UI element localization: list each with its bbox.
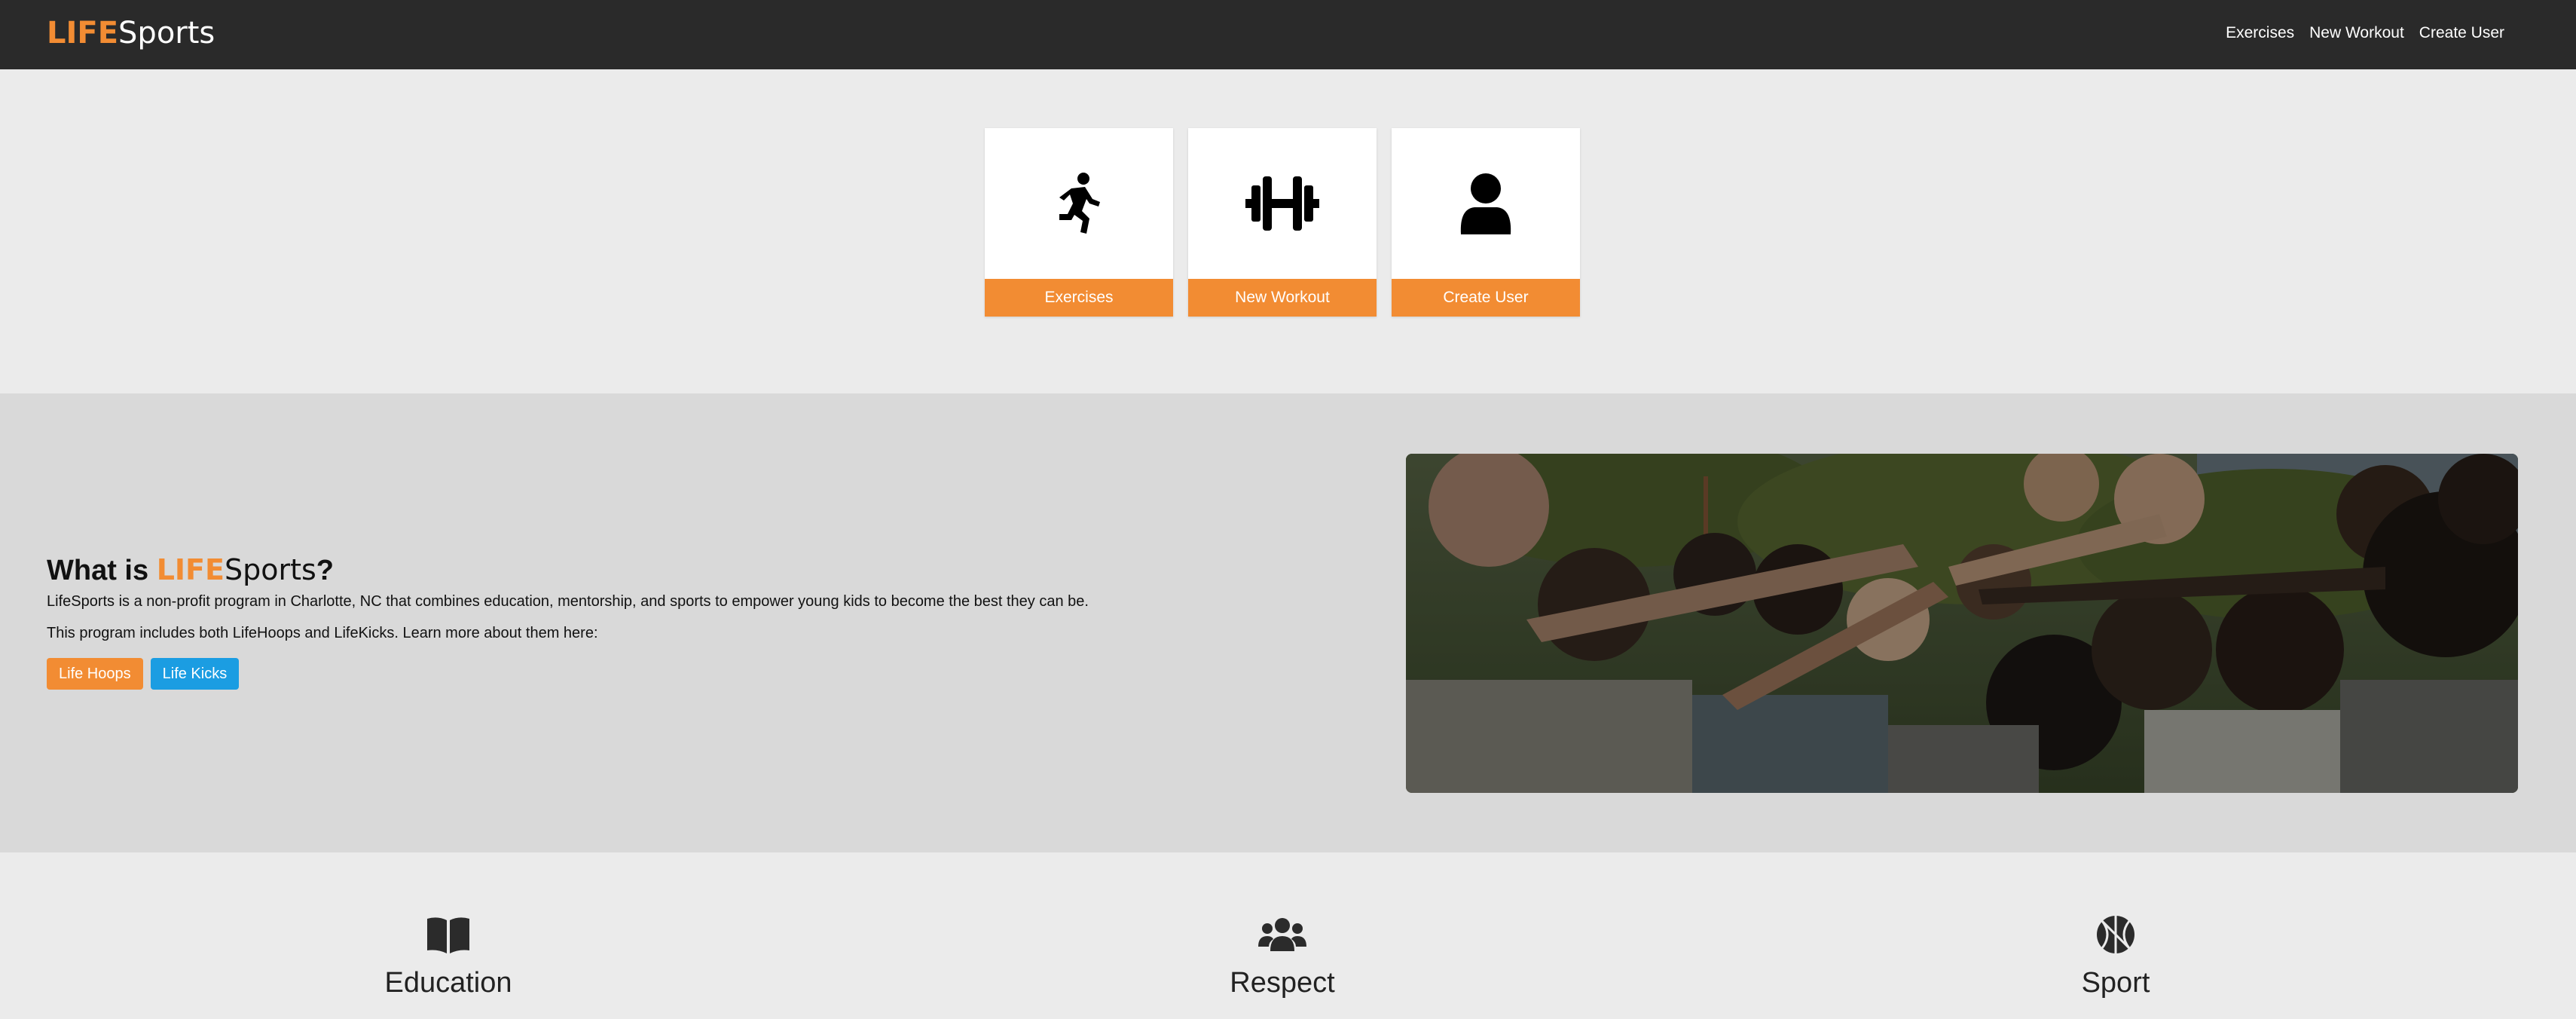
- about-title: What is LIFESports?: [47, 552, 1328, 589]
- brand-life: LIFE: [47, 16, 119, 50]
- life-hoops-button[interactable]: Life Hoops: [47, 658, 143, 690]
- navbar: LIFESports Exercises New Workout Create …: [0, 0, 2576, 69]
- value-sport: Sport: [1965, 913, 2266, 1000]
- value-respect: Respect: [1132, 913, 1433, 1000]
- card-exercises[interactable]: Exercises: [985, 128, 1173, 317]
- about-title-life: LIFE: [156, 553, 225, 586]
- team-huddle-photo: [1406, 454, 2518, 793]
- nav-link-create-user[interactable]: Create User: [2419, 23, 2504, 44]
- card-create-user[interactable]: Create User: [1392, 128, 1580, 317]
- life-kicks-button[interactable]: Life Kicks: [150, 658, 240, 690]
- create-user-button[interactable]: Create User: [1392, 279, 1580, 317]
- about-section: What is LIFESports? LifeSports is a non-…: [0, 393, 2576, 852]
- about-title-suffix: ?: [316, 555, 334, 586]
- running-person-icon: [985, 128, 1173, 279]
- dumbbell-icon: [1188, 128, 1377, 279]
- about-paragraph-1: LifeSports is a non-profit program in Ch…: [47, 593, 1089, 610]
- value-title-respect: Respect: [1230, 967, 1335, 999]
- about-title-sports: Sports: [224, 553, 316, 586]
- nav-link-new-workout[interactable]: New Workout: [2309, 23, 2404, 44]
- book-icon: [298, 913, 599, 956]
- nav-links: Exercises New Workout Create User: [2226, 23, 2504, 44]
- value-title-education: Education: [384, 967, 512, 999]
- exercises-button[interactable]: Exercises: [985, 279, 1173, 317]
- card-new-workout[interactable]: New Workout: [1188, 128, 1377, 317]
- nav-link-exercises[interactable]: Exercises: [2226, 23, 2294, 44]
- user-icon: [1392, 128, 1580, 279]
- about-text: What is LIFESports? LifeSports is a non-…: [47, 552, 1328, 690]
- value-education: Education: [298, 913, 599, 1000]
- brand-logo[interactable]: LIFESports: [47, 14, 215, 53]
- about-paragraph-2: This program includes both LifeHoops and…: [47, 625, 598, 641]
- brand-sports: Sports: [118, 16, 215, 50]
- program-buttons: Life Hoops Life Kicks: [47, 658, 1328, 690]
- action-cards-section: Exercises New Workout Create User: [0, 69, 2576, 393]
- basketball-icon: [1965, 913, 2266, 956]
- about-title-prefix: What is: [47, 555, 157, 586]
- values-section: Education Respect Sport: [0, 852, 2576, 1019]
- new-workout-button[interactable]: New Workout: [1188, 279, 1377, 317]
- value-title-sport: Sport: [2081, 967, 2150, 999]
- users-icon: [1132, 913, 1433, 956]
